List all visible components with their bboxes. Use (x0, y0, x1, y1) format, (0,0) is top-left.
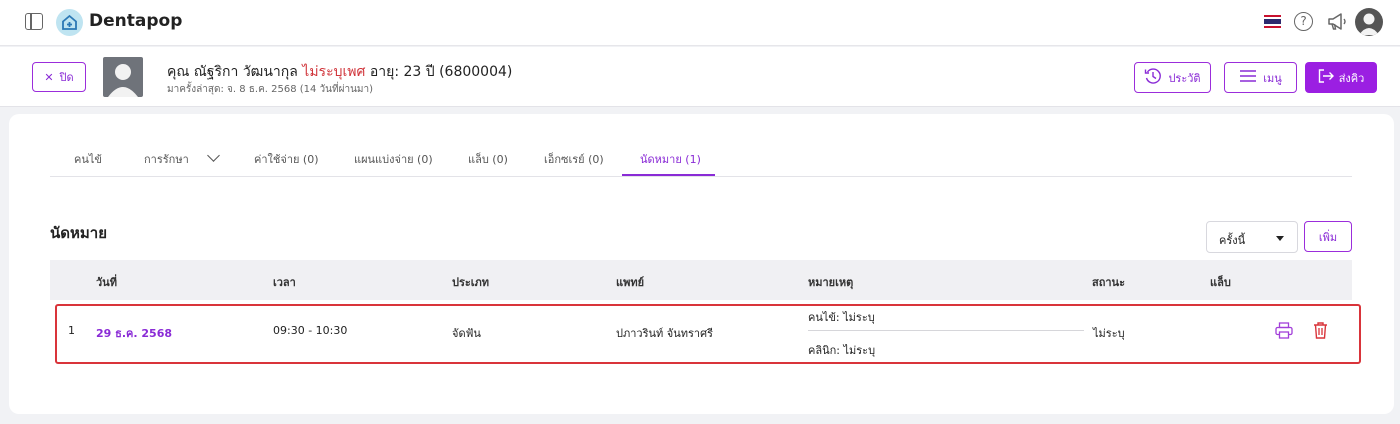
note-divider (808, 330, 1084, 331)
send-queue-label: ส่งคิว (1338, 71, 1365, 85)
send-queue-icon (1318, 69, 1334, 86)
column-header-status: สถานะ (1092, 276, 1125, 289)
column-header-lab: แล็บ (1210, 276, 1231, 289)
history-label: ประวัติ (1168, 71, 1201, 85)
logo-icon (56, 9, 83, 36)
appointment-status: ไม่ระบุ (1093, 327, 1125, 340)
brand-name: Dentapop (89, 11, 183, 31)
tab-installments[interactable]: แผนแบ่งจ่าย (0) (354, 150, 433, 168)
column-header-note: หมายเหตุ (808, 276, 854, 289)
help-icon[interactable]: ? (1294, 12, 1313, 31)
thai-flag-icon[interactable] (1264, 15, 1281, 28)
patient-header: ✕ ปิด คุณ ณัฐริกา วัฒนากุล ไม่ระบุเพศ อา… (0, 47, 1400, 107)
filter-select[interactable]: ครั้งนี้ (1206, 221, 1298, 253)
close-label: ปิด (59, 71, 74, 84)
patient-name: คุณ ณัฐริกา วัฒนากุล (167, 64, 298, 80)
last-visit: มาครั้งล่าสุด: จ. 8 ธ.ค. 2568 (14 วันที่… (167, 84, 374, 95)
appointment-doctor: ปภาวรินท์ จันทราศรี (616, 327, 713, 340)
tab-xray[interactable]: เอ็กซเรย์ (0) (544, 150, 604, 168)
trash-icon[interactable] (1313, 321, 1328, 343)
tab-bar: คนไข้ การรักษา ค่าใช้จ่าย (0) แผนแบ่งจ่า… (50, 138, 1352, 177)
section-title: นัดหมาย (50, 224, 107, 242)
filter-select-value: ครั้งนี้ (1219, 234, 1246, 247)
chevron-down-icon (206, 149, 220, 162)
patient-gender: ไม่ระบุเพศ (302, 64, 366, 80)
megaphone-icon[interactable] (1327, 12, 1348, 35)
column-header-date: วันที่ (96, 276, 117, 289)
tab-appointments[interactable]: นัดหมาย (1) (640, 150, 701, 168)
patient-photo (103, 57, 143, 97)
column-header-doctor: แพทย์ (616, 276, 645, 289)
user-avatar[interactable] (1355, 8, 1383, 36)
tab-lab[interactable]: แล็บ (0) (468, 150, 508, 168)
appointment-type: จัดฟัน (452, 327, 481, 340)
appointment-date-link[interactable]: 29 ธ.ค. 2568 (96, 324, 172, 342)
history-button[interactable]: ประวัติ (1134, 62, 1211, 93)
appointment-time: 09:30 - 10:30 (273, 324, 348, 337)
close-icon: ✕ (44, 70, 54, 84)
tab-patient[interactable]: คนไข้ (74, 150, 102, 168)
tab-treatment[interactable]: การรักษา (144, 149, 220, 168)
tab-expenses[interactable]: ค่าใช้จ่าย (0) (254, 150, 319, 168)
sidebar-toggle-icon[interactable] (25, 13, 43, 30)
column-header-time: เวลา (273, 276, 296, 289)
history-icon (1144, 67, 1162, 88)
patient-name-line: คุณ ณัฐริกา วัฒนากุล ไม่ระบุเพศ อายุ: 23… (167, 61, 512, 83)
print-icon[interactable] (1275, 322, 1293, 343)
active-tab-indicator (622, 174, 715, 176)
column-header-type: ประเภท (452, 276, 490, 289)
patient-age-id: อายุ: 23 ปี (6800004) (369, 64, 513, 80)
add-appointment-button[interactable]: เพิ่ม (1304, 221, 1352, 252)
send-queue-button[interactable]: ส่งคิว (1305, 62, 1377, 93)
hamburger-icon (1239, 69, 1257, 86)
top-bar: Dentapop ? (0, 0, 1400, 46)
note-clinic: คลินิก: ไม่ระบุ (808, 344, 876, 357)
note-patient: คนไข้: ไม่ระบุ (808, 311, 875, 324)
close-button[interactable]: ✕ ปิด (32, 62, 86, 92)
tab-treatment-label: การรักษา (144, 153, 189, 166)
row-index: 1 (68, 324, 75, 337)
table-header: วันที่ เวลา ประเภท แพทย์ หมายเหตุ สถานะ … (50, 260, 1352, 300)
menu-button[interactable]: เมนู (1224, 62, 1297, 93)
menu-label: เมนู (1263, 71, 1282, 85)
caret-down-icon (1276, 236, 1284, 241)
